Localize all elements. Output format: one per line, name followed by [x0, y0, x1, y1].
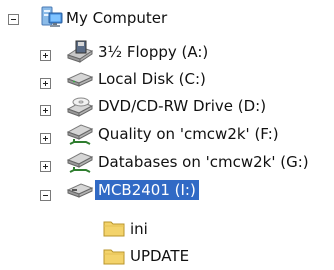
expand-databases-drive-toggle[interactable]	[40, 161, 51, 172]
folder-icon	[103, 221, 125, 237]
network-drive-icon	[66, 124, 94, 145]
folder-icon	[103, 249, 125, 265]
optical-drive-icon	[66, 97, 94, 117]
expand-dvd-drive-toggle[interactable]	[40, 105, 51, 116]
quality-drive-label[interactable]: Quality on 'cmcw2k' (F:)	[95, 124, 282, 144]
databases-drive-label[interactable]: Databases on 'cmcw2k' (G:)	[95, 152, 312, 172]
expand-local-disk-toggle[interactable]	[40, 78, 51, 89]
expand-quality-drive-toggle[interactable]	[40, 133, 51, 144]
floppy-drive-icon	[66, 40, 94, 63]
collapse-my-computer-toggle[interactable]	[8, 14, 19, 25]
my-computer-label[interactable]: My Computer	[63, 8, 170, 28]
dvd-drive-label[interactable]: DVD/CD-RW Drive (D:)	[95, 96, 269, 116]
folder-label[interactable]: ini	[127, 219, 151, 239]
expand-floppy-toggle[interactable]	[40, 50, 51, 61]
floppy-drive-label[interactable]: 3½ Floppy (A:)	[95, 42, 211, 62]
mcb2401-drive-label[interactable]: MCB2401 (I:)	[95, 180, 199, 200]
hard-disk-icon	[66, 72, 94, 87]
local-disk-label[interactable]: Local Disk (C:)	[95, 69, 209, 89]
folder-label[interactable]: UPDATE	[127, 246, 192, 266]
my-computer-icon	[41, 6, 63, 27]
network-drive-icon	[66, 152, 94, 173]
folder-tree: My Computer 3½ Floppy (A:) Local Disk (C…	[0, 0, 334, 270]
removable-drive-icon	[66, 183, 94, 198]
collapse-mcb2401-toggle[interactable]	[40, 190, 51, 201]
